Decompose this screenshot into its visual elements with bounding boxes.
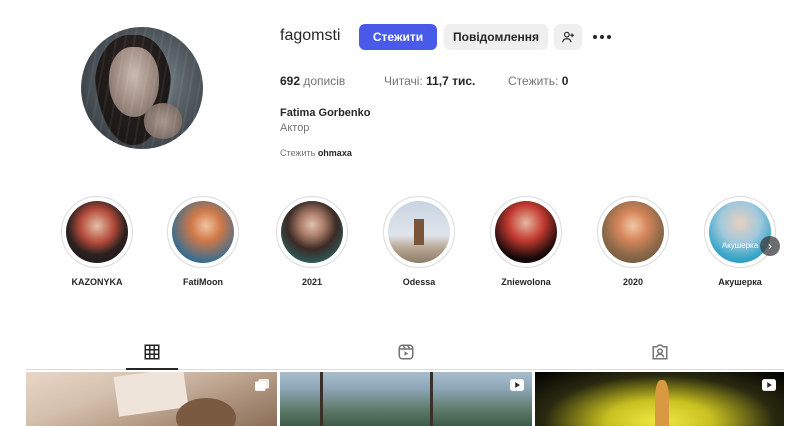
highlight-thumbnail bbox=[495, 201, 557, 263]
highlight-label: Акушерка bbox=[718, 277, 762, 287]
profile-full-name: Fatima Gorbenko bbox=[280, 107, 371, 119]
following-label: Стежить: bbox=[508, 74, 559, 88]
highlight-ring bbox=[61, 196, 133, 268]
post-thumbnail[interactable] bbox=[26, 372, 277, 426]
highlight-ring bbox=[383, 196, 455, 268]
highlights-next-button[interactable]: › bbox=[760, 236, 780, 256]
posts-label: дописів bbox=[303, 74, 346, 88]
chevron-right-icon: › bbox=[768, 239, 772, 253]
followed-by[interactable]: Стежить ohmaxa bbox=[280, 148, 352, 158]
highlight-ring: Акушерка bbox=[704, 196, 776, 268]
following-count: 0 bbox=[561, 74, 569, 88]
more-options-button[interactable] bbox=[591, 27, 613, 47]
grid-icon[interactable] bbox=[143, 343, 161, 361]
post-thumbnail[interactable] bbox=[535, 372, 784, 426]
tab-active-indicator bbox=[126, 368, 178, 370]
posts-stat: 692 дописів bbox=[280, 74, 345, 88]
highlight-item[interactable]: FatiMoon bbox=[166, 196, 240, 287]
avatar-overlay bbox=[81, 27, 203, 149]
highlight-label: 2021 bbox=[301, 277, 323, 287]
highlight-ring bbox=[167, 196, 239, 268]
profile-avatar[interactable] bbox=[81, 27, 203, 149]
highlight-label: Odessa bbox=[402, 277, 436, 287]
highlight-item[interactable]: 2021 bbox=[275, 196, 349, 287]
add-person-icon bbox=[562, 31, 574, 43]
message-button[interactable]: Повідомлення bbox=[444, 24, 548, 50]
highlight-thumbnail bbox=[66, 201, 128, 263]
follow-button[interactable]: Стежити bbox=[359, 24, 437, 50]
tagged-icon[interactable] bbox=[651, 343, 669, 361]
highlight-label: KAZONYKA bbox=[71, 277, 123, 287]
carousel-icon bbox=[255, 379, 269, 391]
highlight-thumbnail bbox=[281, 201, 343, 263]
highlight-item[interactable]: KAZONYKA bbox=[60, 196, 134, 287]
highlight-label: 2020 bbox=[622, 277, 644, 287]
post-thumbnail[interactable] bbox=[280, 372, 532, 426]
followed-by-user: ohmaxa bbox=[317, 148, 352, 158]
more-dot-icon bbox=[593, 35, 597, 39]
profile-category: Актор bbox=[280, 122, 310, 134]
followed-by-prefix: Стежить bbox=[280, 148, 316, 158]
highlight-ring bbox=[276, 196, 348, 268]
profile-username: fagomsti bbox=[280, 27, 341, 44]
reels-icon[interactable] bbox=[397, 343, 415, 361]
highlight-thumbnail: Акушерка bbox=[709, 201, 771, 263]
more-dot-icon bbox=[600, 35, 604, 39]
highlight-item[interactable]: Odessa bbox=[382, 196, 456, 287]
followers-stat[interactable]: Читачі: 11,7 тис. bbox=[384, 74, 475, 88]
highlight-ring bbox=[597, 196, 669, 268]
highlight-item[interactable]: 2020 bbox=[596, 196, 670, 287]
more-dot-icon bbox=[607, 35, 611, 39]
posts-count: 692 bbox=[280, 74, 301, 88]
reel-icon bbox=[510, 379, 524, 391]
highlight-thumbnail bbox=[602, 201, 664, 263]
suggested-accounts-button[interactable] bbox=[554, 24, 582, 50]
following-stat[interactable]: Стежить: 0 bbox=[508, 74, 568, 88]
followers-count: 11,7 тис. bbox=[426, 74, 476, 88]
highlight-label: Zniewolona bbox=[501, 277, 551, 287]
highlight-thumbnail bbox=[172, 201, 234, 263]
highlight-thumbnail bbox=[388, 201, 450, 263]
highlight-item[interactable]: Zniewolona bbox=[489, 196, 563, 287]
followers-label: Читачі: bbox=[384, 74, 423, 88]
reel-icon bbox=[762, 379, 776, 391]
highlight-label: FatiMoon bbox=[183, 277, 223, 287]
highlight-ring bbox=[490, 196, 562, 268]
